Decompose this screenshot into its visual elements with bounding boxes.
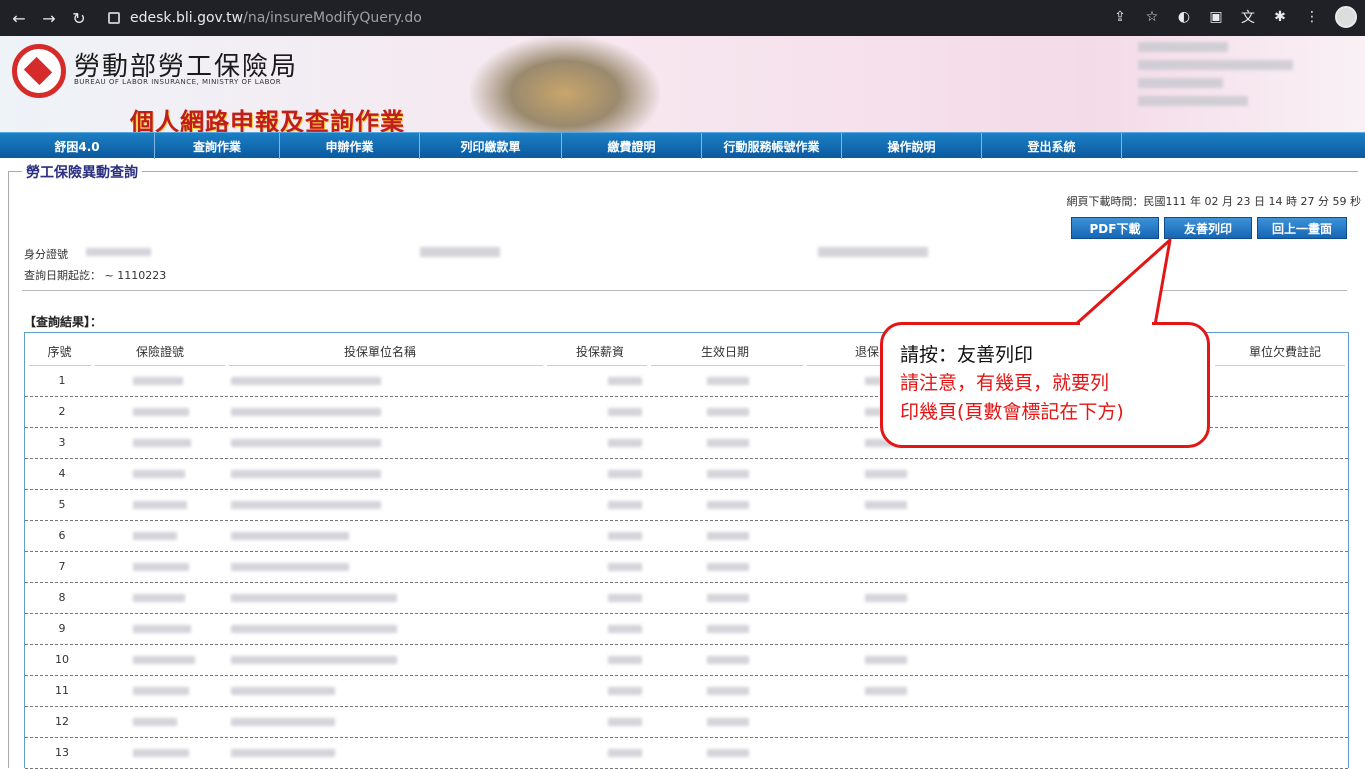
callout-line-1: 請按：友善列印 [900, 344, 1034, 366]
callout-line-2: 請注意，有幾頁，就要列 [900, 372, 1110, 394]
callout-line-3: 印幾頁(頁數會標記在下方) [900, 401, 1124, 423]
instruction-callout: 請按：友善列印 請注意，有幾頁，就要列 印幾頁(頁數會標記在下方) [880, 322, 1210, 448]
